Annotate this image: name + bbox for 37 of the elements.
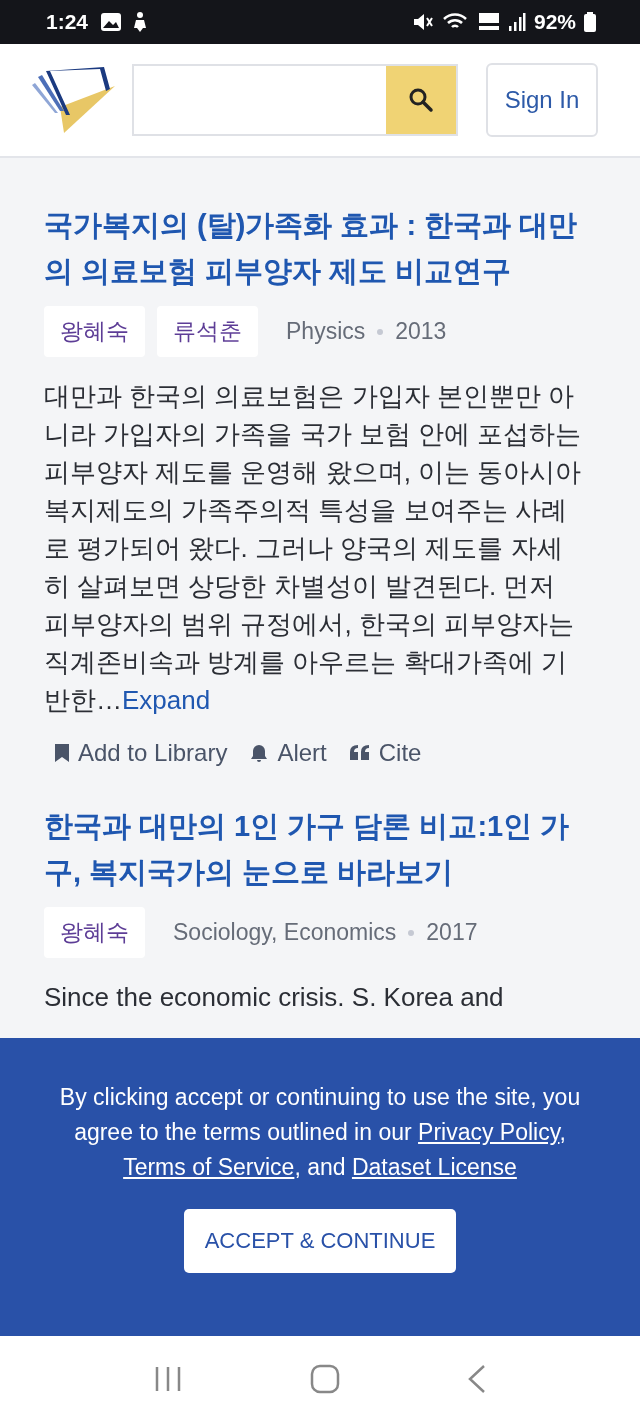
paper-abstract: Since the economic crisis. S. Korea and [44,981,505,1014]
bookmark-icon [54,743,70,763]
dot-separator-icon [408,929,415,936]
back-icon[interactable] [466,1364,487,1394]
paper-fields: Physics [286,318,366,345]
accept-button[interactable]: ACCEPT & CONTINUE [184,1209,456,1273]
terms-of-service-link[interactable]: Terms of Service [123,1154,295,1180]
paper-year: 2013 [395,318,447,345]
privacy-policy-link[interactable]: Privacy Policy [418,1119,560,1145]
paper-title-link[interactable]: 한국과 대만의 1인 가구 담론 비교:1인 가구, 복지국가의 눈으로 바라보기 [44,803,596,895]
home-icon[interactable] [310,1364,340,1394]
cite-button[interactable]: Cite [348,739,422,767]
clock: 1:24 [46,10,89,34]
battery-level: 92% [533,10,576,34]
sign-in-button[interactable]: Sign In [486,63,598,137]
image-icon [100,12,123,32]
cookie-notice: By clicking accept or continuing to use the site, you agree to the terms outlined in our Privacy Policy, Terms of Service, and Dataset License [58,1083,582,1182]
author-tag[interactable]: 류석춘 [157,306,258,357]
author-tag[interactable]: 왕혜숙 [44,907,145,958]
bell-icon [249,743,270,763]
paper-title-link[interactable]: 국가복지의 (탈)가족화 효과 : 한국과 대만의 의료보험 피부양자 제도 비교연구 [44,202,596,294]
search-button[interactable] [386,66,456,134]
battery-icon [584,12,596,32]
paper-abstract: 대만과 한국의 의료보험은 가입자 본인뿐만 아니라 가입자의 가족을 국가 보험 안에 포섭하는 피부양자 제도를 운영해 왔으며, 이는 동아시아 복지제도의 가족주의적 특성을 보여주는 사례로 평가되어 왔다. 그러나 양국의 제도를 자세히 살펴보면 상당한 차별성이 발견된다. 먼저 피부양자의 범위 규정에서, 한국의 피부양자는 직계존비속과 방계를 아우르는 확대가족에 기반한…Expand [44,380,583,717]
mute-icon [411,12,434,32]
expand-link[interactable]: Expand [122,685,211,715]
search-field[interactable] [132,64,458,136]
add-to-library-button[interactable]: Add to Library [54,739,228,767]
alert-button[interactable]: Alert [249,739,327,767]
signal-icon [507,12,526,32]
search-icon [408,87,434,113]
dot-separator-icon [377,328,384,335]
paper-fields: Sociology, Economics [173,919,397,946]
paper-year: 2017 [426,919,478,946]
quote-icon [348,744,371,762]
dataset-license-link[interactable]: Dataset License [351,1154,517,1180]
author-tag[interactable]: 왕혜숙 [44,306,145,357]
